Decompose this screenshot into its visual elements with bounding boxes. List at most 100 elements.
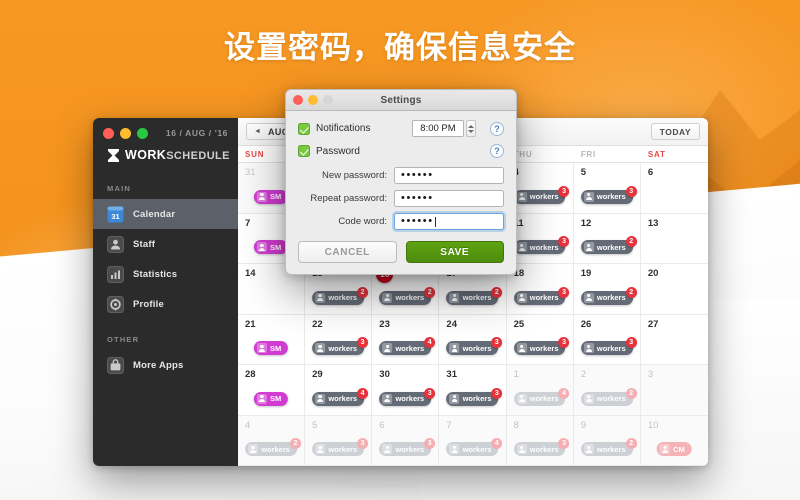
day-badge[interactable]: workers 2: [446, 286, 503, 305]
day-badge[interactable]: workers 2: [580, 286, 637, 305]
day-badge[interactable]: workers 3: [446, 387, 503, 406]
day-number: 18: [513, 268, 525, 279]
calendar-day-cell[interactable]: 13: [640, 213, 708, 264]
stepper-up-icon[interactable]: [468, 124, 474, 128]
day-badge[interactable]: workers 3: [513, 236, 570, 254]
calendar-day-cell[interactable]: 5 workers 3: [573, 163, 641, 214]
day-badge[interactable]: workers 3: [379, 438, 436, 456]
day-badge-count: 2: [289, 438, 301, 449]
day-badge[interactable]: SM: [253, 240, 289, 254]
day-badge[interactable]: workers 3: [312, 438, 369, 456]
day-number: 25: [513, 318, 525, 330]
time-stepper[interactable]: [466, 120, 476, 137]
day-badge-label: SM: [269, 192, 282, 201]
code-word-field[interactable]: ••••••: [394, 213, 504, 230]
repeat-password-field[interactable]: ••••••: [394, 190, 504, 207]
calendar-day-cell[interactable]: 3: [640, 365, 708, 416]
password-checkbox[interactable]: [298, 145, 310, 157]
day-badge[interactable]: workers 4: [312, 387, 369, 406]
notifications-checkbox[interactable]: [298, 122, 310, 135]
day-badge-count: 3: [357, 438, 369, 449]
dialog-minimize-button[interactable]: [308, 95, 318, 105]
calendar-day-cell[interactable]: 7 workers 4: [439, 415, 507, 466]
calendar-day-cell[interactable]: 5 workers 3: [305, 415, 373, 466]
calendar-day-cell[interactable]: 25 workers 3: [506, 314, 574, 365]
calendar-day-cell[interactable]: 23 workers 4: [372, 314, 440, 365]
day-badge[interactable]: workers 2: [312, 286, 369, 305]
calendar-day-cell[interactable]: 8 workers 3: [506, 415, 574, 466]
day-number: 9: [580, 419, 586, 431]
notifications-help-button[interactable]: ?: [490, 121, 504, 136]
day-badge[interactable]: workers 4: [379, 337, 436, 355]
day-badge[interactable]: workers 4: [513, 387, 570, 406]
calendar-day-cell[interactable]: 20: [640, 264, 708, 315]
day-badge[interactable]: workers 3: [513, 438, 570, 456]
sidebar-item-statistics[interactable]: Statistics: [93, 259, 238, 289]
day-badge-count: 2: [625, 438, 637, 449]
sidebar-item-calendar[interactable]: 31 Calendar: [93, 199, 238, 229]
calendar-day-cell[interactable]: 29 workers 4: [305, 365, 373, 416]
calendar-day-cell[interactable]: 28 SM: [238, 365, 306, 416]
calendar-day-cell[interactable]: 19 workers 2: [573, 264, 641, 315]
day-badge[interactable]: workers 3: [580, 337, 637, 355]
today-button[interactable]: TODAY: [650, 123, 700, 140]
stepper-down-icon[interactable]: [468, 129, 474, 133]
day-badge[interactable]: CM: [657, 442, 692, 456]
day-badge[interactable]: workers 3: [513, 337, 570, 355]
day-badge-wrap: SM: [253, 341, 289, 355]
dialog-close-button[interactable]: [293, 95, 303, 105]
notification-time-value[interactable]: 8:00 PM: [412, 120, 464, 137]
calendar-day-cell[interactable]: 27: [640, 314, 708, 365]
day-badge[interactable]: workers 2: [245, 438, 301, 456]
calendar-day-cell[interactable]: 21 SM: [238, 314, 306, 365]
day-badge[interactable]: SM: [253, 391, 289, 406]
maximize-button[interactable]: [137, 128, 148, 139]
password-help-button[interactable]: ?: [490, 144, 504, 158]
new-password-field[interactable]: ••••••: [394, 167, 504, 184]
calendar-day-cell[interactable]: 6: [640, 163, 708, 214]
calendar-day-cell[interactable]: 9 workers 2: [573, 415, 641, 466]
person-icon: [382, 343, 393, 353]
day-badge-label: workers: [596, 444, 626, 454]
day-badge[interactable]: workers 2: [580, 438, 637, 456]
save-button[interactable]: SAVE: [405, 241, 504, 263]
calendar-day-cell[interactable]: 31 workers 3: [439, 365, 507, 416]
minimize-button[interactable]: [120, 128, 131, 139]
day-badge[interactable]: workers 3: [580, 185, 637, 204]
notification-time-control[interactable]: 8:00 PM: [412, 120, 476, 137]
new-password-value: ••••••: [401, 169, 434, 181]
day-badge[interactable]: workers 2: [580, 387, 637, 406]
calendar-day-cell[interactable]: 30 workers 3: [372, 365, 440, 416]
day-badge[interactable]: workers 2: [379, 286, 436, 305]
day-badge[interactable]: workers 3: [312, 337, 369, 355]
day-badge[interactable]: workers 3: [446, 337, 503, 355]
calendar-day-cell[interactable]: 6 workers 3: [372, 415, 440, 466]
sidebar-item-more-apps[interactable]: More Apps: [93, 350, 238, 380]
sidebar-item-profile[interactable]: Profile: [93, 289, 238, 319]
calendar-day-cell[interactable]: 12 workers 2: [573, 213, 641, 264]
day-badge[interactable]: workers 3: [379, 387, 436, 406]
calendar-day-cell[interactable]: 26 workers 3: [573, 314, 641, 365]
day-badge-wrap: workers 3: [513, 337, 570, 355]
day-badge[interactable]: workers 3: [513, 286, 570, 305]
cancel-button[interactable]: CANCEL: [298, 241, 397, 263]
calendar-day-cell[interactable]: 18 workers 3: [506, 264, 574, 315]
day-badge[interactable]: workers 2: [580, 236, 637, 254]
calendar-day-cell[interactable]: 2 workers 2: [573, 365, 641, 416]
close-button[interactable]: [103, 128, 114, 139]
day-badge-wrap: SM: [253, 189, 289, 204]
day-badge[interactable]: SM: [253, 189, 289, 204]
calendar-day-cell[interactable]: 24 workers 3: [439, 314, 507, 365]
sidebar-item-staff[interactable]: Staff: [93, 229, 238, 259]
day-badge-wrap: workers 2: [312, 286, 369, 305]
person-icon: [248, 444, 259, 454]
prev-month-icon[interactable]: ◄: [254, 128, 261, 135]
day-badge[interactable]: SM: [253, 341, 289, 355]
day-badge[interactable]: workers 3: [513, 185, 570, 204]
sidebar-item-label: More Apps: [133, 359, 184, 371]
calendar-day-cell[interactable]: 4 workers 2: [238, 415, 306, 466]
calendar-day-cell[interactable]: 1 workers 4: [506, 365, 574, 416]
day-badge[interactable]: workers 4: [446, 438, 503, 456]
calendar-day-cell[interactable]: 22 workers 3: [305, 314, 373, 365]
calendar-day-cell[interactable]: 10 CM: [640, 415, 708, 466]
